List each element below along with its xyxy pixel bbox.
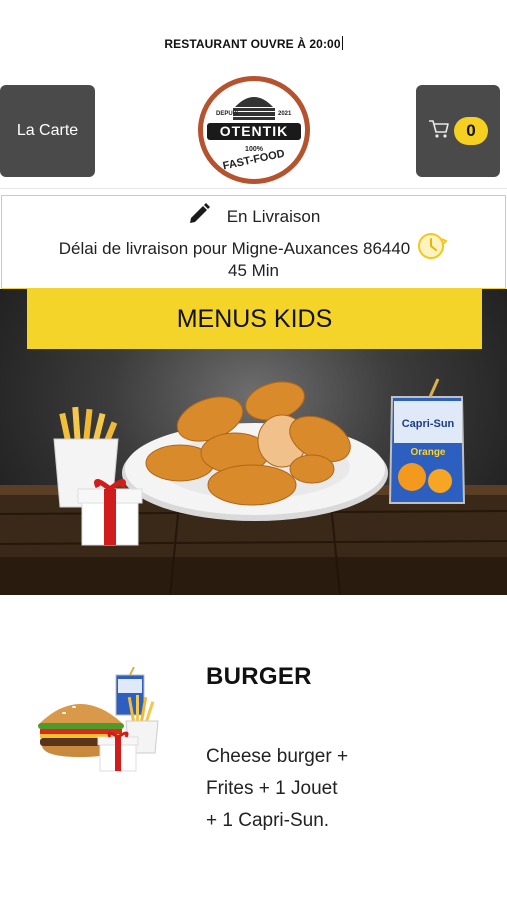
- delivery-info[interactable]: En Livraison Délai de livraison pour Mig…: [1, 195, 506, 289]
- menu-item-description-line: Frites + 1 Jouet: [206, 778, 338, 799]
- opening-status-text: RESTAURANT OUVRE À 20:00: [164, 37, 341, 51]
- banner-title-text: MENUS KIDS: [176, 304, 333, 333]
- la-carte-label: La Carte: [16, 122, 79, 139]
- logo-depuis: DEPUIS: [216, 111, 238, 117]
- otentik-logo[interactable]: DEPUIS 2021 OTENTIK 100% FAST-FOOD: [198, 76, 310, 184]
- pencil-icon[interactable]: [187, 202, 211, 231]
- menu-item-title: BURGER: [206, 663, 312, 690]
- logo-graphic: DEPUIS 2021 OTENTIK 100% FAST-FOOD: [207, 97, 301, 172]
- menu-item-description: Cheese burger + Frites + 1 Jouet + 1 Cap…: [206, 741, 406, 837]
- menus-kids-banner[interactable]: Capri-Sun Orange MENUS KIDS: [0, 289, 507, 595]
- shopping-cart-icon: [428, 119, 450, 144]
- la-carte-button[interactable]: La Carte: [0, 85, 95, 177]
- cart-count-badge: 0: [454, 117, 488, 145]
- menu-item-card[interactable]: BURGER Cheese burger + Frites + 1 Jouet …: [0, 595, 507, 900]
- delivery-mode-label: En Livraison: [226, 206, 321, 226]
- header-divider: [0, 188, 507, 189]
- banner-title: MENUS KIDS: [27, 289, 482, 349]
- cart-button[interactable]: 0: [416, 85, 500, 177]
- drink-flavor: Orange: [410, 447, 445, 458]
- delivery-mode-row[interactable]: En Livraison: [2, 202, 505, 231]
- burger-menu-image[interactable]: [34, 667, 174, 777]
- delivery-duration: 45 Min: [227, 261, 280, 280]
- logo-year: 2021: [278, 111, 292, 117]
- top-status-bar: RESTAURANT OUVRE À 20:00: [0, 0, 507, 70]
- menu-item-description-line: + 1 Capri-Sun.: [206, 810, 330, 831]
- delivery-delay-text: Délai de livraison pour Migne-Auxances 8…: [58, 238, 411, 258]
- header: La Carte DEPUIS 2021 OTENTIK 100% FAST-F…: [0, 72, 507, 190]
- menu-item-description-line: Cheese burger +: [206, 746, 349, 767]
- text-caret: [341, 36, 343, 50]
- logo-brand-name: OTENTIK: [220, 123, 288, 139]
- opening-status: RESTAURANT OUVRE À 20:00: [0, 36, 507, 51]
- drink-brand: Capri-Sun: [402, 418, 455, 430]
